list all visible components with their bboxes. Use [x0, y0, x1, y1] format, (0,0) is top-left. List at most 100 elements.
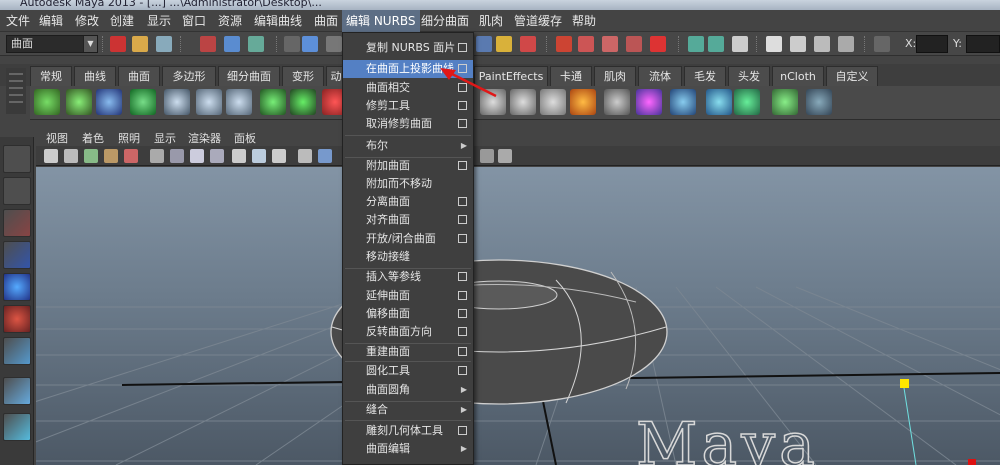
panel-menu-renderer[interactable]: 渲染器	[188, 130, 221, 146]
input-ops-icon[interactable]	[688, 36, 704, 52]
menu-item-extend-surfaces[interactable]: 延伸曲面	[343, 287, 473, 305]
wireframe-icon[interactable]	[150, 149, 164, 163]
open-scene-icon[interactable]	[132, 36, 148, 52]
bookmark-icon[interactable]	[84, 149, 98, 163]
output-ops-icon[interactable]	[708, 36, 724, 52]
show-manipulator-icon[interactable]	[3, 413, 31, 441]
menu-item-surface-fillet[interactable]: 曲面圆角 ▶	[343, 381, 473, 399]
transform-mode-icon[interactable]	[874, 36, 890, 52]
menu-item-sculpt-geometry-tool[interactable]: 雕刻几何体工具	[343, 422, 473, 440]
boundary-icon[interactable]	[290, 89, 316, 115]
menu-item-insert-isoparms[interactable]: 插入等参线	[343, 268, 473, 286]
option-box-icon[interactable]	[458, 426, 467, 435]
magnet-icon[interactable]	[650, 36, 666, 52]
smooth-shade-icon[interactable]	[190, 149, 204, 163]
shelf-tab-painteffects[interactable]: PaintEffects	[474, 66, 548, 86]
new-scene-icon[interactable]	[110, 36, 126, 52]
manipulator-handle-red[interactable]	[968, 459, 976, 465]
option-box-icon[interactable]	[458, 161, 467, 170]
menu-assets[interactable]: 资源	[214, 10, 246, 32]
paint-select-tool-icon[interactable]	[3, 209, 31, 237]
y-field[interactable]	[966, 35, 1000, 53]
menu-pipeline-cache[interactable]: 管道缓存	[510, 10, 566, 32]
shelf-tab-subdivs[interactable]: 细分曲面	[218, 66, 280, 86]
x-field[interactable]	[916, 35, 948, 53]
menu-item-trim-tool[interactable]: 修剪工具	[343, 97, 473, 115]
extrude-icon[interactable]	[260, 89, 286, 115]
camera-attr-icon[interactable]	[64, 149, 78, 163]
bowling-pins-2-icon[interactable]	[510, 89, 536, 115]
menu-help[interactable]: 帮助	[568, 10, 600, 32]
shelf-tab-curves[interactable]: 曲线	[74, 66, 116, 86]
render-settings-icon[interactable]	[838, 36, 854, 52]
planar-icon[interactable]	[226, 89, 252, 115]
snap-icon[interactable]	[476, 36, 492, 52]
menu-item-align-surfaces[interactable]: 对齐曲面	[343, 211, 473, 229]
menu-item-detach-surfaces[interactable]: 分离曲面	[343, 193, 473, 211]
shelf-menu-handle[interactable]	[6, 68, 26, 114]
pencil-curve-icon[interactable]	[96, 89, 122, 115]
option-box-icon[interactable]	[458, 197, 467, 206]
shelf-tab-fur[interactable]: 毛发	[684, 66, 726, 86]
shelf-tab-hair[interactable]: 头发	[728, 66, 770, 86]
panel-menu-lighting[interactable]: 照明	[118, 130, 140, 146]
move-tool-icon[interactable]	[3, 241, 31, 269]
option-box-icon[interactable]	[458, 215, 467, 224]
menu-item-booleans[interactable]: 布尔 ▶	[343, 137, 473, 155]
select-hierarchy-icon[interactable]	[200, 36, 216, 52]
perspective-viewport[interactable]: Maya	[36, 167, 1000, 465]
panel-menu-show[interactable]: 显示	[154, 130, 176, 146]
universal-manipulator-icon[interactable]	[3, 337, 31, 365]
cv-curve-tool-icon[interactable]	[34, 89, 60, 115]
ipr-render-icon[interactable]	[814, 36, 830, 52]
shell-icon[interactable]	[806, 89, 832, 115]
select-component-icon[interactable]	[248, 36, 264, 52]
bowling-pins-icon[interactable]	[480, 89, 506, 115]
menu-item-duplicate-nurbs-patch[interactable]: 复制 NURBS 面片	[343, 39, 473, 57]
menu-item-offset-surfaces[interactable]: 偏移曲面	[343, 305, 473, 323]
menu-set-select[interactable]: 曲面 ▼	[6, 35, 98, 53]
mask-icon[interactable]	[284, 36, 300, 52]
menu-item-round-tool[interactable]: 圆化工具	[343, 362, 473, 380]
loft-icon[interactable]	[196, 89, 222, 115]
2d-pan-zoom-icon[interactable]	[124, 149, 138, 163]
soft-mod-tool-icon[interactable]	[3, 377, 31, 405]
film-gate-icon[interactable]	[498, 149, 512, 163]
select-by-component-icon[interactable]	[326, 36, 342, 52]
fire-effect-icon[interactable]	[570, 89, 596, 115]
option-box-icon[interactable]	[458, 43, 467, 52]
lights-icon[interactable]	[252, 149, 266, 163]
shelf-tab-toon[interactable]: 卡通	[550, 66, 592, 86]
menu-edit-curves[interactable]: 编辑曲线	[250, 10, 306, 32]
option-box-icon[interactable]	[458, 101, 467, 110]
xray-icon[interactable]	[318, 149, 332, 163]
menu-display[interactable]: 显示	[143, 10, 175, 32]
image-plane-icon[interactable]	[104, 149, 118, 163]
menu-item-untrim-surfaces[interactable]: 取消修剪曲面	[343, 115, 473, 133]
option-box-icon[interactable]	[458, 347, 467, 356]
shelf-tab-polygons[interactable]: 多边形	[162, 66, 216, 86]
menu-item-move-seam[interactable]: 移动接缝	[343, 248, 473, 266]
menu-muscle[interactable]: 肌肉	[475, 10, 507, 32]
snap-grid-icon[interactable]	[556, 36, 572, 52]
menu-item-attach-surfaces[interactable]: 附加曲面	[343, 157, 473, 175]
bowling-pin-icon[interactable]	[540, 89, 566, 115]
hud-icon[interactable]	[272, 149, 286, 163]
option-box-icon[interactable]	[458, 272, 467, 281]
scale-tool-icon[interactable]	[3, 305, 31, 333]
surface-flow-icon[interactable]	[734, 89, 760, 115]
panel-menu-panels[interactable]: 面板	[234, 130, 256, 146]
menu-item-more[interactable]: ...	[343, 459, 473, 465]
save-scene-icon[interactable]	[156, 36, 172, 52]
menu-item-open-close-surfaces[interactable]: 开放/闭合曲面	[343, 230, 473, 248]
shelf-tab-surfaces[interactable]: 曲面	[118, 66, 160, 86]
isolate-select-icon[interactable]	[298, 149, 312, 163]
menu-surfaces[interactable]: 曲面	[310, 10, 342, 32]
textured-icon[interactable]	[232, 149, 246, 163]
menu-edit-nurbs[interactable]: 编辑 NURBS	[342, 10, 420, 32]
grid-icon[interactable]	[170, 149, 184, 163]
panel-menu-view[interactable]: 视图	[46, 130, 68, 146]
shelf-tab-custom[interactable]: 自定义	[826, 66, 878, 86]
shelf-tab-ncloth[interactable]: nCloth	[772, 66, 824, 86]
render-view-icon[interactable]	[766, 36, 782, 52]
